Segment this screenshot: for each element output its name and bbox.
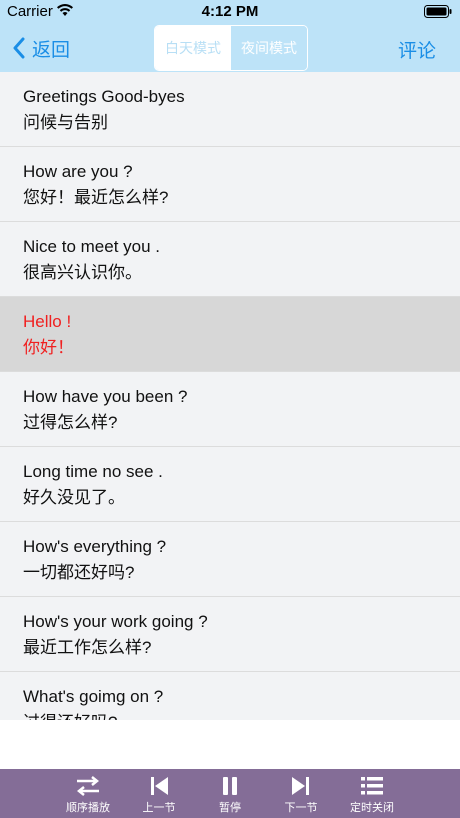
item-english: What's goimg on ? bbox=[23, 687, 164, 706]
item-chinese: 最近工作怎么样? bbox=[23, 638, 152, 657]
item-chinese: 一切都还好吗? bbox=[23, 563, 135, 582]
next-label: 下一节 bbox=[284, 802, 318, 814]
list-item[interactable]: What's goimg on ? 过得还好吗? bbox=[0, 672, 460, 720]
back-button[interactable]: 返回 bbox=[12, 34, 70, 62]
list-item[interactable]: Long time no see . 好久没见了。 bbox=[0, 447, 460, 522]
day-mode-tab[interactable]: 白天模式 bbox=[155, 26, 231, 70]
order-play-button[interactable]: 顺序播放 bbox=[53, 775, 123, 815]
item-english: How have you been ? bbox=[23, 387, 188, 406]
pause-icon bbox=[223, 777, 237, 795]
item-chinese: 您好！最近怎么样? bbox=[23, 188, 169, 207]
pause-label: 暂停 bbox=[219, 802, 241, 814]
list-item[interactable]: How are you ? 您好！最近怎么样? bbox=[0, 147, 460, 222]
item-english: Nice to meet you . bbox=[23, 237, 161, 256]
lesson-list[interactable]: Greetings Good-byes 问候与告别 How are you ? … bbox=[0, 72, 460, 720]
item-chinese: 你好！ bbox=[23, 338, 74, 357]
order-play-label: 顺序播放 bbox=[66, 802, 110, 814]
timer-off-label: 定时关闭 bbox=[350, 802, 394, 814]
status-bar: Carrier 4:12 PM bbox=[0, 0, 460, 24]
prev-button[interactable]: 上一节 bbox=[124, 775, 194, 815]
item-english: How are you ? bbox=[23, 162, 133, 181]
player-toolbar: 顺序播放 上一节 暂停 下一节 定时关闭 bbox=[0, 769, 460, 818]
night-mode-tab[interactable]: 夜间模式 bbox=[231, 26, 307, 70]
item-english: Long time no see . bbox=[23, 462, 163, 481]
battery-icon bbox=[424, 5, 452, 18]
list-item[interactable]: How's your work going ? 最近工作怎么样? bbox=[0, 597, 460, 672]
comment-button[interactable]: 评论 bbox=[398, 36, 436, 63]
item-chinese: 过得怎么样? bbox=[23, 413, 118, 432]
timer-off-button[interactable]: 定时关闭 bbox=[337, 775, 407, 815]
list-item[interactable]: Greetings Good-byes 问候与告别 bbox=[0, 72, 460, 147]
skip-forward-icon bbox=[292, 777, 309, 795]
list-item[interactable]: How have you been ? 过得怎么样? bbox=[0, 372, 460, 447]
item-english: Greetings Good-byes bbox=[23, 87, 185, 106]
nav-bar: 返回 白天模式 夜间模式 评论 bbox=[0, 24, 460, 72]
shuffle-order-icon bbox=[76, 776, 100, 796]
content-gap bbox=[0, 720, 460, 769]
pause-button[interactable]: 暂停 bbox=[195, 775, 265, 815]
list-item[interactable]: Nice to meet you . 很高兴认识你。 bbox=[0, 222, 460, 297]
chevron-left-icon bbox=[13, 37, 25, 59]
list-item-current[interactable]: Hello ! 你好！ bbox=[0, 297, 460, 372]
skip-back-icon bbox=[151, 777, 168, 795]
prev-label: 上一节 bbox=[142, 802, 176, 814]
item-chinese: 很高兴认识你。 bbox=[23, 263, 142, 282]
item-chinese: 好久没见了。 bbox=[23, 488, 125, 507]
top-bar: Carrier 4:12 PM 返回 白天模式 夜间模式 评论 bbox=[0, 0, 460, 72]
status-time: 4:12 PM bbox=[201, 3, 259, 20]
list-icon bbox=[361, 777, 383, 795]
mode-segmented-control: 白天模式 夜间模式 bbox=[154, 25, 308, 71]
next-button[interactable]: 下一节 bbox=[266, 775, 336, 815]
item-english: Hello ! bbox=[23, 312, 72, 331]
list-item[interactable]: How's everything ? 一切都还好吗? bbox=[0, 522, 460, 597]
back-label: 返回 bbox=[32, 39, 71, 61]
item-english: How's your work going ? bbox=[23, 612, 208, 631]
item-english: How's everything ? bbox=[23, 537, 167, 556]
item-chinese: 问候与告别 bbox=[23, 113, 108, 132]
item-chinese: 过得还好吗? bbox=[23, 708, 117, 720]
